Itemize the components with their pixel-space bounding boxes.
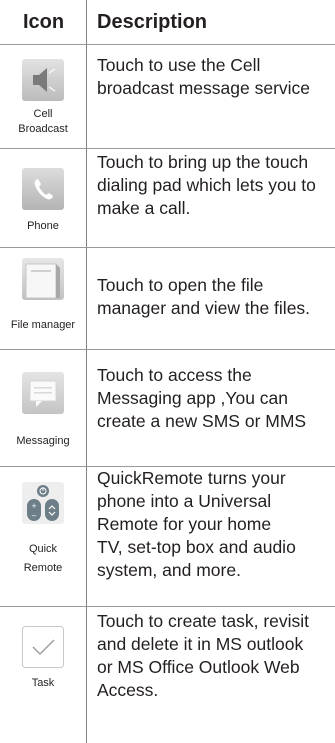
table-row: Phone Touch to bring up the touch dialin…	[0, 149, 335, 247]
icon-cell: Phone	[0, 149, 86, 247]
message-bubble-icon	[22, 372, 64, 414]
folder-icon	[22, 258, 64, 300]
table-row: File manager Touch to open the file mana…	[0, 248, 335, 349]
phone-handset-icon	[22, 168, 64, 210]
svg-text:+: +	[31, 502, 37, 510]
description-text: QuickRemote turns your phone into a Univ…	[97, 468, 296, 580]
icon-cell: Task	[0, 607, 86, 743]
description-text: Touch to create task, revisit and delete…	[97, 611, 310, 700]
table-header: Icon Description	[0, 0, 335, 44]
description-text: Touch to bring up the touch dialing pad …	[97, 152, 316, 218]
icon-cell: Messaging	[0, 350, 86, 466]
table-row: Task Touch to create task, revisit and d…	[0, 607, 335, 743]
description-text: Touch to use the Cell broadcast message …	[97, 55, 311, 98]
icon-column-header: Icon	[22, 10, 65, 33]
table-row: Cell Broadcast Touch to use the Cell bro…	[0, 45, 335, 148]
speaker-icon	[22, 59, 64, 101]
icon-cell: + − Quick Remote	[0, 467, 86, 606]
icon-cell: File manager	[0, 248, 86, 349]
icon-label: Task	[31, 677, 55, 689]
table-row: + − Quick Remote QuickRemote turns your …	[0, 467, 335, 606]
remote-control-icon: + −	[22, 482, 64, 524]
description-text: Touch to access the Messaging app ,You c…	[97, 365, 307, 431]
table-row: Messaging Touch to access the Messaging …	[0, 350, 335, 466]
svg-text:−: −	[31, 512, 37, 520]
icon-cell: Cell Broadcast	[0, 45, 86, 148]
icon-label: Quick Remote	[23, 543, 63, 574]
icon-label: Cell Broadcast	[18, 108, 68, 135]
icon-label: Messaging	[16, 435, 70, 447]
checkmark-icon	[22, 626, 64, 668]
icon-label: File manager	[10, 319, 76, 331]
icon-label: Phone	[27, 220, 59, 232]
description-text: Touch to open the file manager and view …	[97, 275, 311, 318]
description-column-header: Description	[97, 10, 208, 33]
